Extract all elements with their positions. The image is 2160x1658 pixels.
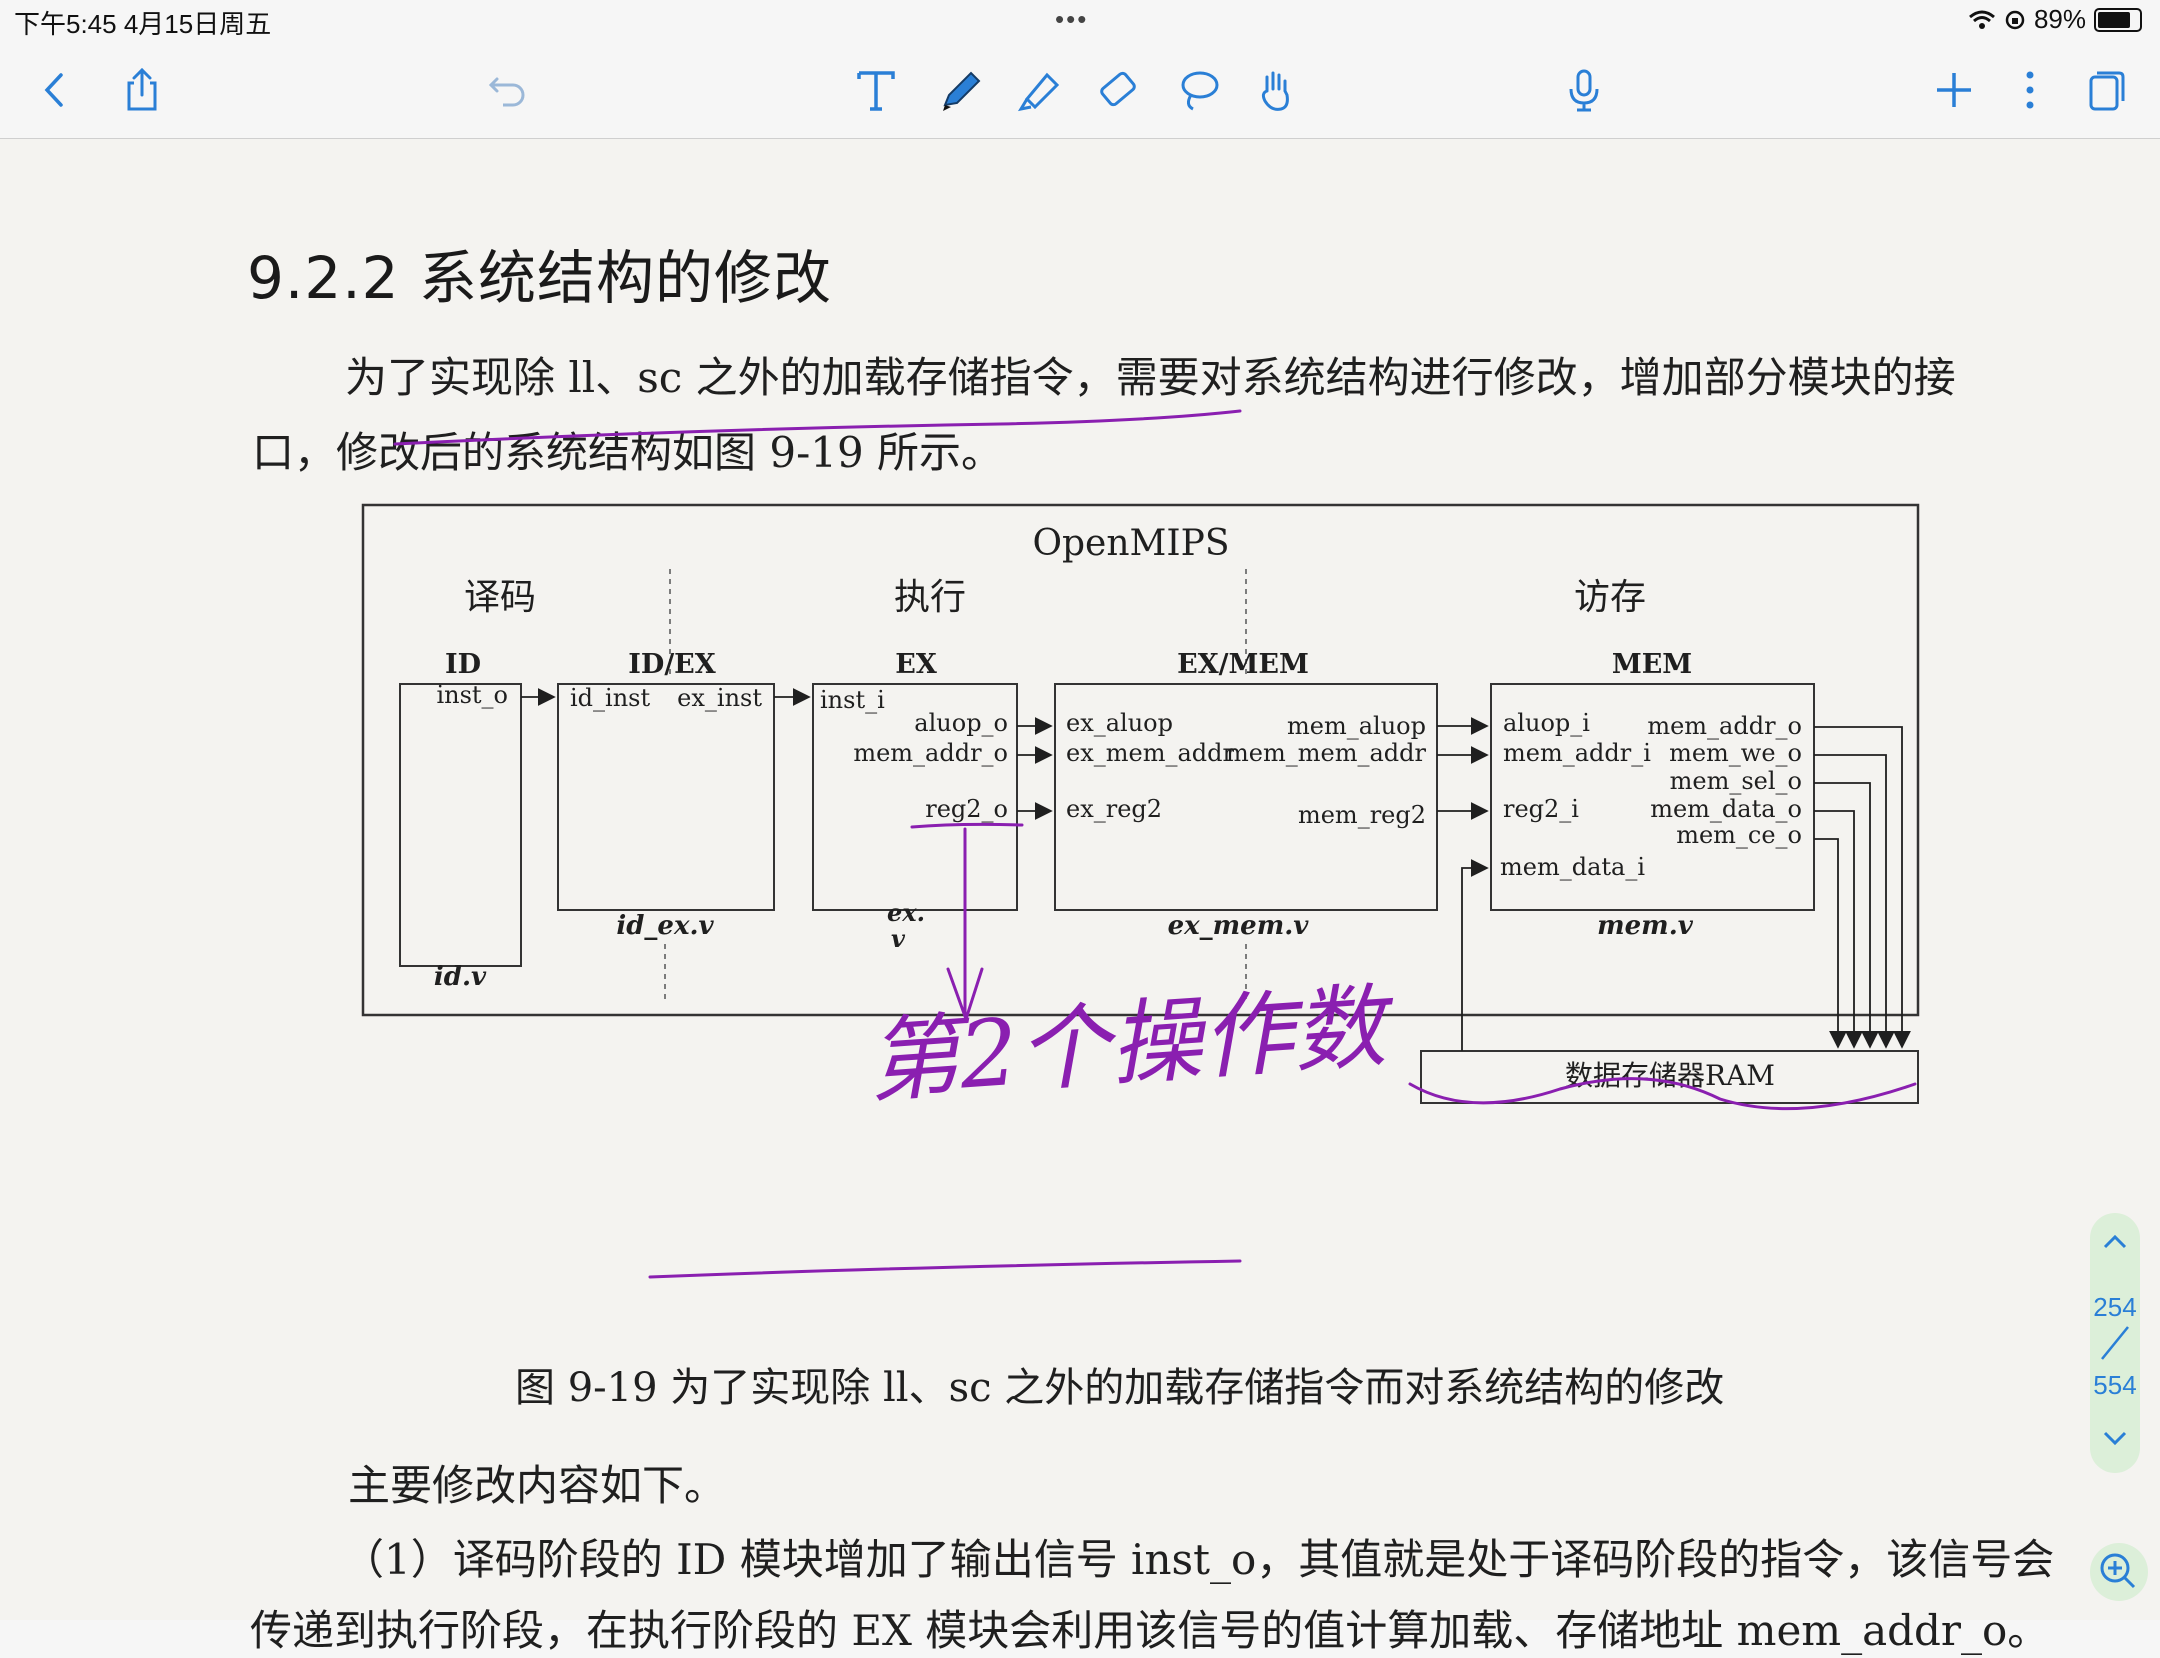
block-idex (557, 683, 775, 911)
pages-icon[interactable] (2078, 62, 2134, 118)
file-ex-line1: ex. (887, 898, 925, 927)
pdf-page[interactable]: 9.2.2 系统结构的修改 为了实现除 ll、sc 之外的加载存储指令，需要对系… (0, 139, 2160, 1655)
port-id-inst: id_inst (570, 684, 650, 712)
status-time: 下午5:45 4月15日周五 (14, 9, 272, 39)
zoom-in-button[interactable] (2090, 1543, 2148, 1601)
page-divider-slash (2101, 1326, 2129, 1360)
page-current: 254 (2093, 1292, 2137, 1322)
port-ex-mem-addr: ex_mem_addr (1066, 739, 1234, 767)
file-id: id.v (434, 962, 487, 992)
port-mem-sel-o: mem_sel_o (1670, 767, 1802, 795)
ink-underline-line1 (393, 409, 1242, 446)
block-mem-label: MEM (1612, 649, 1692, 680)
orientation-lock-icon (2005, 10, 2025, 29)
port-aluop-o: aluop_o (914, 709, 1008, 737)
block-ram-label: 数据存储器RAM (1565, 1059, 1775, 1092)
eraser-icon[interactable] (1090, 62, 1146, 118)
text-tool-icon[interactable] (848, 62, 904, 118)
port-mem-addr-i: mem_addr_i (1503, 739, 1651, 767)
port-ex-inst: ex_inst (677, 684, 762, 712)
file-idex: id_ex.v (616, 911, 714, 941)
port-mem-addr-o: mem_addr_o (853, 739, 1008, 767)
paragraph-item1-line2: 传递到执行阶段，在执行阶段的 EX 模块会利用该信号的值计算加载、存储地址 me… (250, 1606, 2050, 1655)
port-mem-data-i: mem_data_i (1500, 853, 1645, 881)
paragraph-item1-line1: （1）译码阶段的 ID 模块增加了输出信号 inst_o，其值就是处于译码阶段的… (342, 1535, 2055, 1584)
back-icon[interactable] (26, 62, 82, 118)
port-ex-reg2: ex_reg2 (1066, 795, 1162, 823)
port-mem-aluop: mem_aluop (1287, 712, 1426, 740)
status-indicators: 89% (1968, 4, 2142, 35)
toolbar (0, 40, 2160, 139)
paragraph-list-intro: 主要修改内容如下。 (348, 1461, 727, 1510)
block-exmem-label: EX/MEM (1177, 649, 1309, 680)
wifi-icon (1968, 10, 1995, 29)
openmips-title: OpenMIPS (1032, 523, 1229, 564)
port-inst-i: inst_i (820, 686, 885, 714)
status-bar: 下午5:45 4月15日周五 ••• 89% (0, 0, 2160, 40)
hand-icon[interactable] (1248, 62, 1304, 118)
port-reg2-i: reg2_i (1503, 795, 1579, 823)
block-ex-label: EX (895, 649, 937, 680)
zoom-in-icon (2100, 1553, 2136, 1589)
page-indicator[interactable]: 254 554 (2090, 1213, 2140, 1473)
ink-underline-inst (648, 1259, 1242, 1279)
block-idex-label: ID/EX (628, 649, 715, 680)
lasso-icon[interactable] (1170, 62, 1226, 118)
port-reg2-o: reg2_o (925, 795, 1008, 823)
battery-level (2098, 11, 2130, 28)
highlighter-icon[interactable] (1012, 62, 1068, 118)
stage-execute: 执行 (894, 577, 966, 618)
pen-icon[interactable] (932, 62, 988, 118)
port-inst-o: inst_o (436, 681, 508, 709)
more-icon[interactable] (2002, 62, 2058, 118)
port-mem-we-o: mem_we_o (1669, 739, 1802, 767)
port-mem-ce-o: mem_ce_o (1676, 821, 1802, 849)
file-mem: mem.v (1597, 911, 1694, 941)
battery-percent: 89% (2033, 4, 2086, 34)
port-mem-addr-o-out: mem_addr_o (1647, 712, 1802, 740)
figure-caption: 图 9-19 为了实现除 ll、sc 之外的加载存储指令而对系统结构的修改 (515, 1365, 1725, 1411)
battery-icon (2094, 7, 2142, 32)
file-ex-line2: v (891, 924, 906, 953)
stage-decode: 译码 (464, 577, 536, 618)
multitask-dots[interactable]: ••• (1055, 4, 1088, 35)
page-total: 554 (2093, 1370, 2137, 1400)
share-icon[interactable] (114, 62, 170, 118)
page-down-icon[interactable] (2090, 1419, 2140, 1459)
block-id (399, 683, 522, 967)
add-icon[interactable] (1926, 62, 1982, 118)
port-aluop-i: aluop_i (1503, 709, 1590, 737)
port-ex-aluop: ex_aluop (1066, 709, 1173, 737)
port-mem-data-o: mem_data_o (1650, 795, 1802, 823)
microphone-icon[interactable] (1556, 62, 1612, 118)
stage-memory: 访存 (1574, 577, 1646, 618)
undo-icon[interactable] (480, 62, 536, 118)
ink-handwriting: 第2个操作数 (864, 972, 1400, 1116)
page-up-icon[interactable] (2090, 1223, 2140, 1263)
block-id-label: ID (445, 649, 481, 680)
ink-underline-reg2 (910, 822, 1024, 829)
port-mem-reg2: mem_reg2 (1298, 801, 1426, 829)
port-mem-mem-addr: mem_mem_addr (1226, 739, 1426, 767)
file-exmem: ex_mem.v (1168, 911, 1310, 941)
